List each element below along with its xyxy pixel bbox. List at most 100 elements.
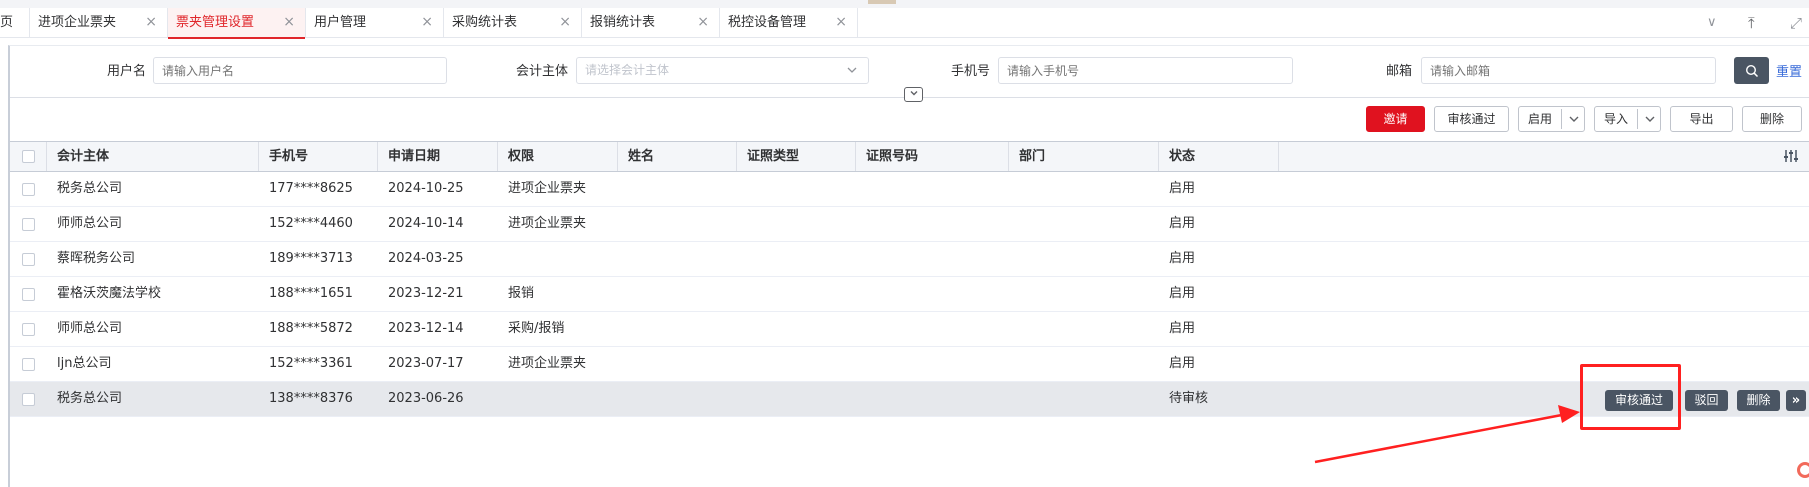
cell-status: 启用 [1169,216,1196,231]
col-phone[interactable]: 手机号 [259,142,378,171]
cell-permission: 进项企业票夹 [508,181,587,196]
tab-label: 页 [0,15,14,30]
tab-label: 报销统计表 [590,15,656,30]
table-row[interactable]: 师师总公司 188****5872 2023-12-14 采购/报销 启用 [10,312,1809,347]
row-reject-button[interactable]: 驳回 [1685,390,1728,411]
col-department[interactable]: 部门 [1009,142,1159,171]
search-button[interactable] [1734,57,1769,84]
entity-select[interactable]: 请选择会计主体 [576,57,869,84]
invite-button[interactable]: 邀请 [1366,106,1425,132]
column-settings-icon[interactable] [1783,148,1799,168]
cell-status: 启用 [1169,321,1196,336]
cell-entity: 霍格沃茨魔法学校 [57,286,162,301]
tab-home[interactable]: 页 [0,8,30,38]
row-checkbox[interactable] [22,358,35,371]
cell-permission: 进项企业票夹 [508,356,587,371]
expand-form-button[interactable] [904,87,923,102]
fullscreen-icon[interactable]: ⤢ [1790,8,1802,38]
table-row-pending[interactable]: 税务总公司 138****8376 2023-06-26 待审核 审核通过 驳回… [10,382,1809,417]
row-checkbox[interactable] [22,323,35,336]
chevron-down-icon[interactable] [1562,107,1586,139]
table-row[interactable]: 蔡晖税务公司 189****3713 2024-03-25 启用 [10,242,1809,277]
tab-input-invoice-folder[interactable]: 进项企业票夹 × [30,8,168,38]
col-id-number[interactable]: 证照号码 [856,142,1009,171]
tab-tax-device-management[interactable]: 税控设备管理 × [720,8,858,38]
cell-date: 2024-10-25 [388,181,464,196]
col-entity[interactable]: 会计主体 [47,142,259,171]
col-permission[interactable]: 权限 [498,142,618,171]
cell-entity: 税务总公司 [57,181,123,196]
col-apply-date[interactable]: 申请日期 [378,142,498,171]
cell-date: 2024-03-25 [388,251,464,266]
tab-label: 税控设备管理 [728,15,807,30]
cell-permission: 进项企业票夹 [508,216,587,231]
annotation-highlight-box [1580,364,1681,430]
tab-label: 进项企业票夹 [38,15,117,30]
row-checkbox[interactable] [22,183,35,196]
table-row[interactable]: 师师总公司 152****4460 2024-10-14 进项企业票夹 启用 [10,207,1809,242]
username-input[interactable] [153,57,447,84]
chevron-down-icon[interactable] [1638,107,1662,139]
cell-phone: 177****8625 [269,181,353,196]
cell-permission [498,382,508,416]
floating-assistant-icon[interactable] [1797,462,1809,478]
cell-date: 2024-10-14 [388,216,464,231]
cell-phone: 152****3361 [269,356,353,371]
cell-date: 2023-12-21 [388,286,464,301]
window-top-strip [0,0,1809,8]
close-icon[interactable]: × [835,8,847,37]
cell-entity: 师师总公司 [57,321,123,336]
cell-status: 启用 [1169,356,1196,371]
col-name[interactable]: 姓名 [618,142,737,171]
tab-bar: 页 进项企业票夹 × 票夹管理设置 × 用户管理 × 采购统计表 × 报销统计表… [0,8,1809,39]
tab-folder-settings[interactable]: 票夹管理设置 × [168,8,306,39]
approve-button[interactable]: 审核通过 [1434,106,1509,132]
import-dropdown-button[interactable]: 导入 [1594,106,1661,132]
upload-icon[interactable]: ⤒ [1748,8,1755,38]
cell-permission [498,242,508,276]
cell-entity: 师师总公司 [57,216,123,231]
row-more-button[interactable]: » [1786,390,1806,411]
username-label: 用户名 [106,64,146,79]
close-icon[interactable]: × [697,8,709,37]
cell-permission: 报销 [508,286,535,301]
row-checkbox[interactable] [22,218,35,231]
row-checkbox[interactable] [22,288,35,301]
cell-phone: 189****3713 [269,251,353,266]
row-delete-button[interactable]: 删除 [1737,390,1780,411]
enable-button-label: 启用 [1527,112,1552,126]
close-icon[interactable]: × [559,8,571,37]
row-checkbox[interactable] [22,253,35,266]
delete-button[interactable]: 删除 [1742,106,1802,132]
tab-reimbursement-stats[interactable]: 报销统计表 × [582,8,720,38]
cell-entity: ljn总公司 [57,356,112,371]
col-status[interactable]: 状态 [1159,142,1279,171]
entity-label: 会计主体 [515,64,568,79]
cell-status: 待审核 [1169,391,1209,406]
cell-date: 2023-06-26 [388,391,464,406]
tab-purchase-stats[interactable]: 采购统计表 × [444,8,582,38]
cell-status: 启用 [1169,251,1196,266]
reset-link[interactable]: 重置 [1776,61,1802,80]
row-checkbox[interactable] [22,393,35,406]
close-icon[interactable]: × [145,8,157,37]
email-input[interactable] [1421,57,1716,84]
enable-dropdown-button[interactable]: 启用 [1518,106,1585,132]
select-all-checkbox[interactable] [22,150,35,163]
collapse-tabs-icon[interactable]: ∨ [1707,8,1717,38]
cell-phone: 188****5872 [269,321,353,336]
tab-user-management[interactable]: 用户管理 × [306,8,444,38]
export-button[interactable]: 导出 [1670,106,1733,132]
tab-label: 用户管理 [314,15,367,30]
cell-phone: 188****1651 [269,286,353,301]
table-row[interactable]: ljn总公司 152****3361 2023-07-17 进项企业票夹 启用 [10,347,1809,382]
table-row[interactable]: 霍格沃茨魔法学校 188****1651 2023-12-21 报销 启用 [10,277,1809,312]
close-icon[interactable]: × [283,8,295,37]
table-row[interactable]: 税务总公司 177****8625 2024-10-25 进项企业票夹 启用 [10,172,1809,207]
col-id-type[interactable]: 证照类型 [737,142,856,171]
entity-select-placeholder: 请选择会计主体 [585,63,670,77]
cell-date: 2023-12-14 [388,321,464,336]
import-button-label: 导入 [1603,112,1628,126]
close-icon[interactable]: × [421,8,433,37]
phone-input[interactable] [998,57,1293,84]
